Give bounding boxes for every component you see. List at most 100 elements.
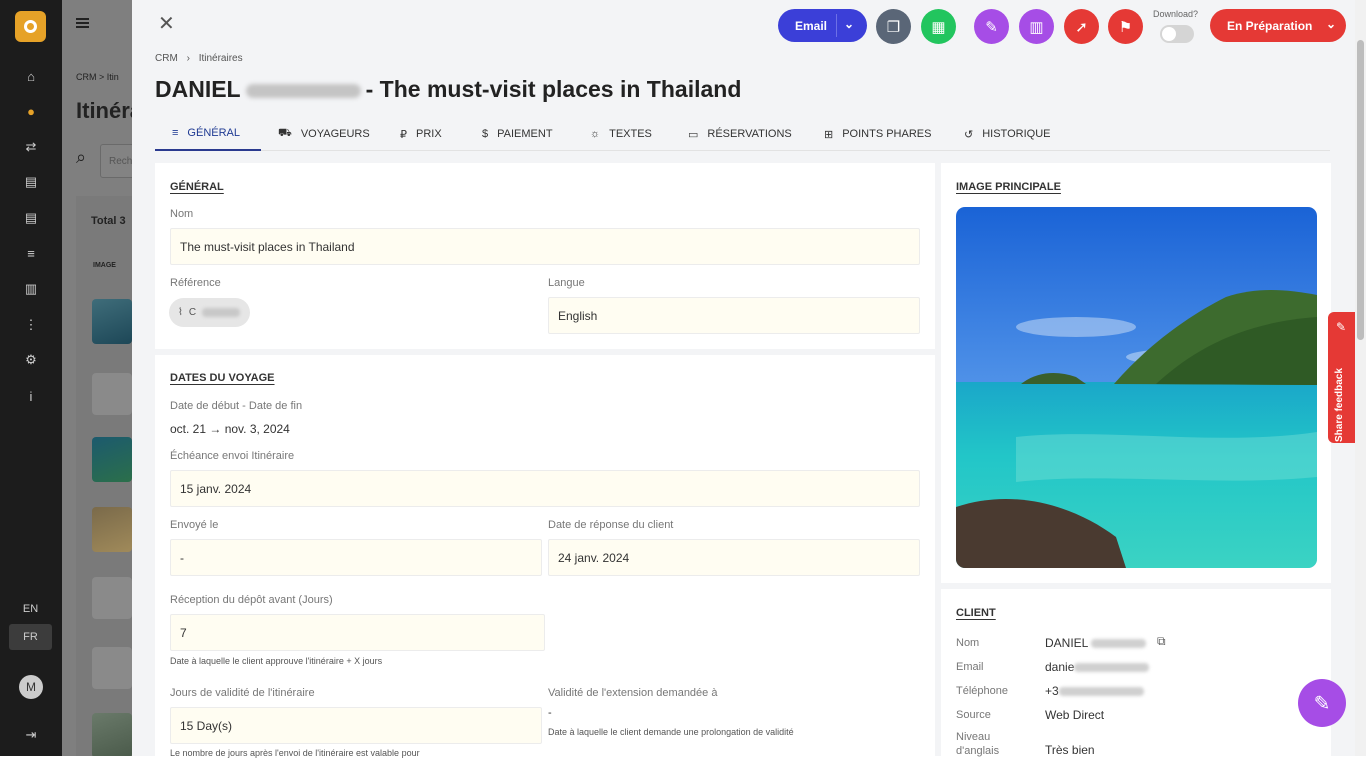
breadcrumb-crm[interactable]: CRM	[155, 53, 178, 64]
lang-fr[interactable]: FR	[9, 624, 52, 650]
logout-icon[interactable]: ⇥	[21, 725, 41, 745]
client-source-label: Source	[956, 709, 991, 721]
reponse-label: Date de réponse du client	[548, 519, 674, 531]
validite-label: Jours de validité de l'itinéraire	[170, 687, 315, 699]
main-image[interactable]	[956, 207, 1317, 568]
dates-heading: DATES DU VOYAGE	[170, 372, 275, 384]
info-icon[interactable]: i	[21, 386, 41, 406]
lang-en[interactable]: EN	[9, 596, 52, 622]
scrollbar[interactable]	[1355, 0, 1366, 756]
calendar-icon[interactable]: ▦	[921, 9, 956, 44]
tab-voyageurs[interactable]: ⛟ VOYAGEURS	[278, 117, 370, 151]
chevron-down-icon[interactable]: ⌄	[1326, 17, 1336, 31]
tab-points-phares[interactable]: ⊞ POINTS PHARES	[824, 117, 931, 151]
client-niveau-value: Très bien	[1045, 743, 1095, 757]
client-niveau-label: Niveau d'anglais	[956, 731, 1000, 757]
background-page: CRM > Itin Itinéra ⌕ Rech Total 3 IMAGE	[62, 0, 132, 756]
validite-field[interactable]: 15 Day(s)	[170, 707, 542, 744]
client-phone-value[interactable]: +3	[1045, 684, 1144, 698]
client-heading: CLIENT	[956, 607, 996, 619]
bg-search-input: Rech	[100, 144, 132, 178]
client-nom-value: DANIEL	[1045, 636, 1147, 650]
bg-title: Itinéra	[76, 98, 132, 123]
bg-thumb-placeholder	[92, 577, 132, 619]
client-email-value[interactable]: danie	[1045, 660, 1150, 674]
tab-bar: ≡ GÉNÉRAL ⛟ VOYAGEURS ₽ PRIX $ PAIEMENT ☼ TEX…	[155, 117, 1330, 151]
copy-icon[interactable]: ❐	[876, 9, 911, 44]
breadcrumb-itineraires[interactable]: Itinéraires	[199, 53, 243, 64]
envoye-label: Envoyé le	[170, 519, 219, 531]
bg-thumb	[92, 437, 132, 482]
download-toggle[interactable]	[1160, 25, 1194, 43]
status-dropdown[interactable]: En Préparation ⌄	[1210, 9, 1346, 42]
tab-prix[interactable]: ₽ PRIX	[400, 117, 442, 151]
nav-rail: ⌂ ● ⇄ ▤ ▤ ≡ ▥ ⋮ ⚙ i EN FR M ⇥	[0, 0, 62, 756]
bg-col-image: IMAGE	[93, 262, 116, 269]
depot-field[interactable]: 7	[170, 614, 545, 651]
echeance-field[interactable]: 15 janv. 2024	[170, 470, 920, 507]
list-doc-icon[interactable]: ▤	[21, 208, 41, 228]
globe-icon[interactable]: ●	[21, 101, 41, 121]
map-icon[interactable]: ▥	[21, 279, 41, 299]
document-edit-icon[interactable]: ✎	[974, 9, 1009, 44]
paperclip-icon: ⌇	[178, 307, 183, 318]
share-feedback-tab[interactable]: ✎ Share feedback	[1328, 312, 1355, 443]
avatar[interactable]: M	[19, 675, 43, 699]
client-source-value: Web Direct	[1045, 708, 1105, 722]
car-icon: ⛟	[278, 127, 292, 139]
image-heading: IMAGE PRINCIPALE	[956, 181, 1061, 193]
range-value[interactable]: oct. 21 → nov. 3, 2024	[170, 422, 290, 436]
range-label: Date de début - Date de fin	[170, 400, 303, 412]
client-nom-label: Nom	[956, 637, 980, 649]
bg-thumb	[92, 299, 132, 344]
pencil-icon: ✎	[1336, 320, 1347, 334]
breadcrumb: CRM › Itinéraires	[155, 53, 243, 64]
bg-search-icon: ⌕	[76, 147, 87, 167]
close-icon[interactable]: ✕	[158, 14, 175, 34]
transfer-icon[interactable]: ⇄	[21, 137, 41, 157]
map-icon[interactable]: ▥	[1019, 9, 1054, 44]
langue-label: Langue	[548, 277, 585, 289]
nom-field[interactable]: The must-visit places in Thailand	[170, 228, 920, 265]
external-link-icon[interactable]: ⧉	[1157, 634, 1166, 649]
list-icon: ≡	[172, 127, 179, 139]
reponse-field[interactable]: 24 janv. 2024	[548, 539, 920, 576]
reference-label: Référence	[170, 277, 221, 289]
home-icon[interactable]: ⌂	[21, 66, 41, 86]
sun-icon: ☼	[590, 128, 601, 140]
settings-icon[interactable]: ⚙	[21, 350, 41, 370]
document-icon[interactable]: ▤	[21, 172, 41, 192]
email-button[interactable]: Email ⌄	[778, 9, 867, 42]
tab-general[interactable]: ≡ GÉNÉRAL	[155, 117, 261, 151]
ticket-icon: ▭	[688, 128, 699, 141]
chevron-down-icon[interactable]: ⌄	[844, 17, 854, 31]
extension-hint: Date à laquelle le client demande une pr…	[548, 727, 794, 737]
bg-breadcrumb: CRM > Itin	[76, 72, 119, 82]
more-vertical-icon[interactable]: ⋮	[21, 315, 41, 335]
bg-thumb-placeholder	[92, 373, 132, 415]
extension-value[interactable]: -	[548, 707, 552, 719]
reference-chip[interactable]: ⌇ C	[169, 298, 250, 327]
client-phone-label: Téléphone	[956, 685, 1008, 697]
tab-historique[interactable]: ↺ HISTORIQUE	[964, 117, 1050, 151]
tab-paiement[interactable]: $ PAIEMENT	[482, 117, 553, 151]
langue-field[interactable]: English	[548, 297, 920, 334]
client-email-label: Email	[956, 661, 984, 673]
tab-reservations[interactable]: ▭ RÉSERVATIONS	[688, 117, 792, 151]
itinerary-panel: ✕ Email ⌄ ❐ ▦ ✎ ▥ ➚ ⚑ Download? En Prépa…	[132, 0, 1355, 758]
app-logo[interactable]	[15, 11, 46, 42]
bookmark-icon[interactable]: ⚑	[1108, 9, 1143, 44]
depot-label: Réception du dépôt avant (Jours)	[170, 594, 333, 606]
edit-fab[interactable]: ✎	[1298, 679, 1346, 727]
envoye-field[interactable]: -	[170, 539, 542, 576]
extension-label: Validité de l'extension demandée à	[548, 687, 718, 699]
document-export-icon[interactable]: ➚	[1064, 9, 1099, 44]
page-title: DANIEL - The must-visit places in Thailan…	[155, 76, 742, 102]
tab-textes[interactable]: ☼ TEXTES	[590, 117, 652, 151]
menu-icon[interactable]: ≡	[21, 243, 41, 263]
bg-thumb	[92, 507, 132, 552]
bg-total: Total 3	[91, 215, 126, 227]
nom-label: Nom	[170, 208, 194, 220]
ruble-icon: ₽	[400, 128, 407, 141]
bg-thumb-placeholder	[92, 647, 132, 689]
